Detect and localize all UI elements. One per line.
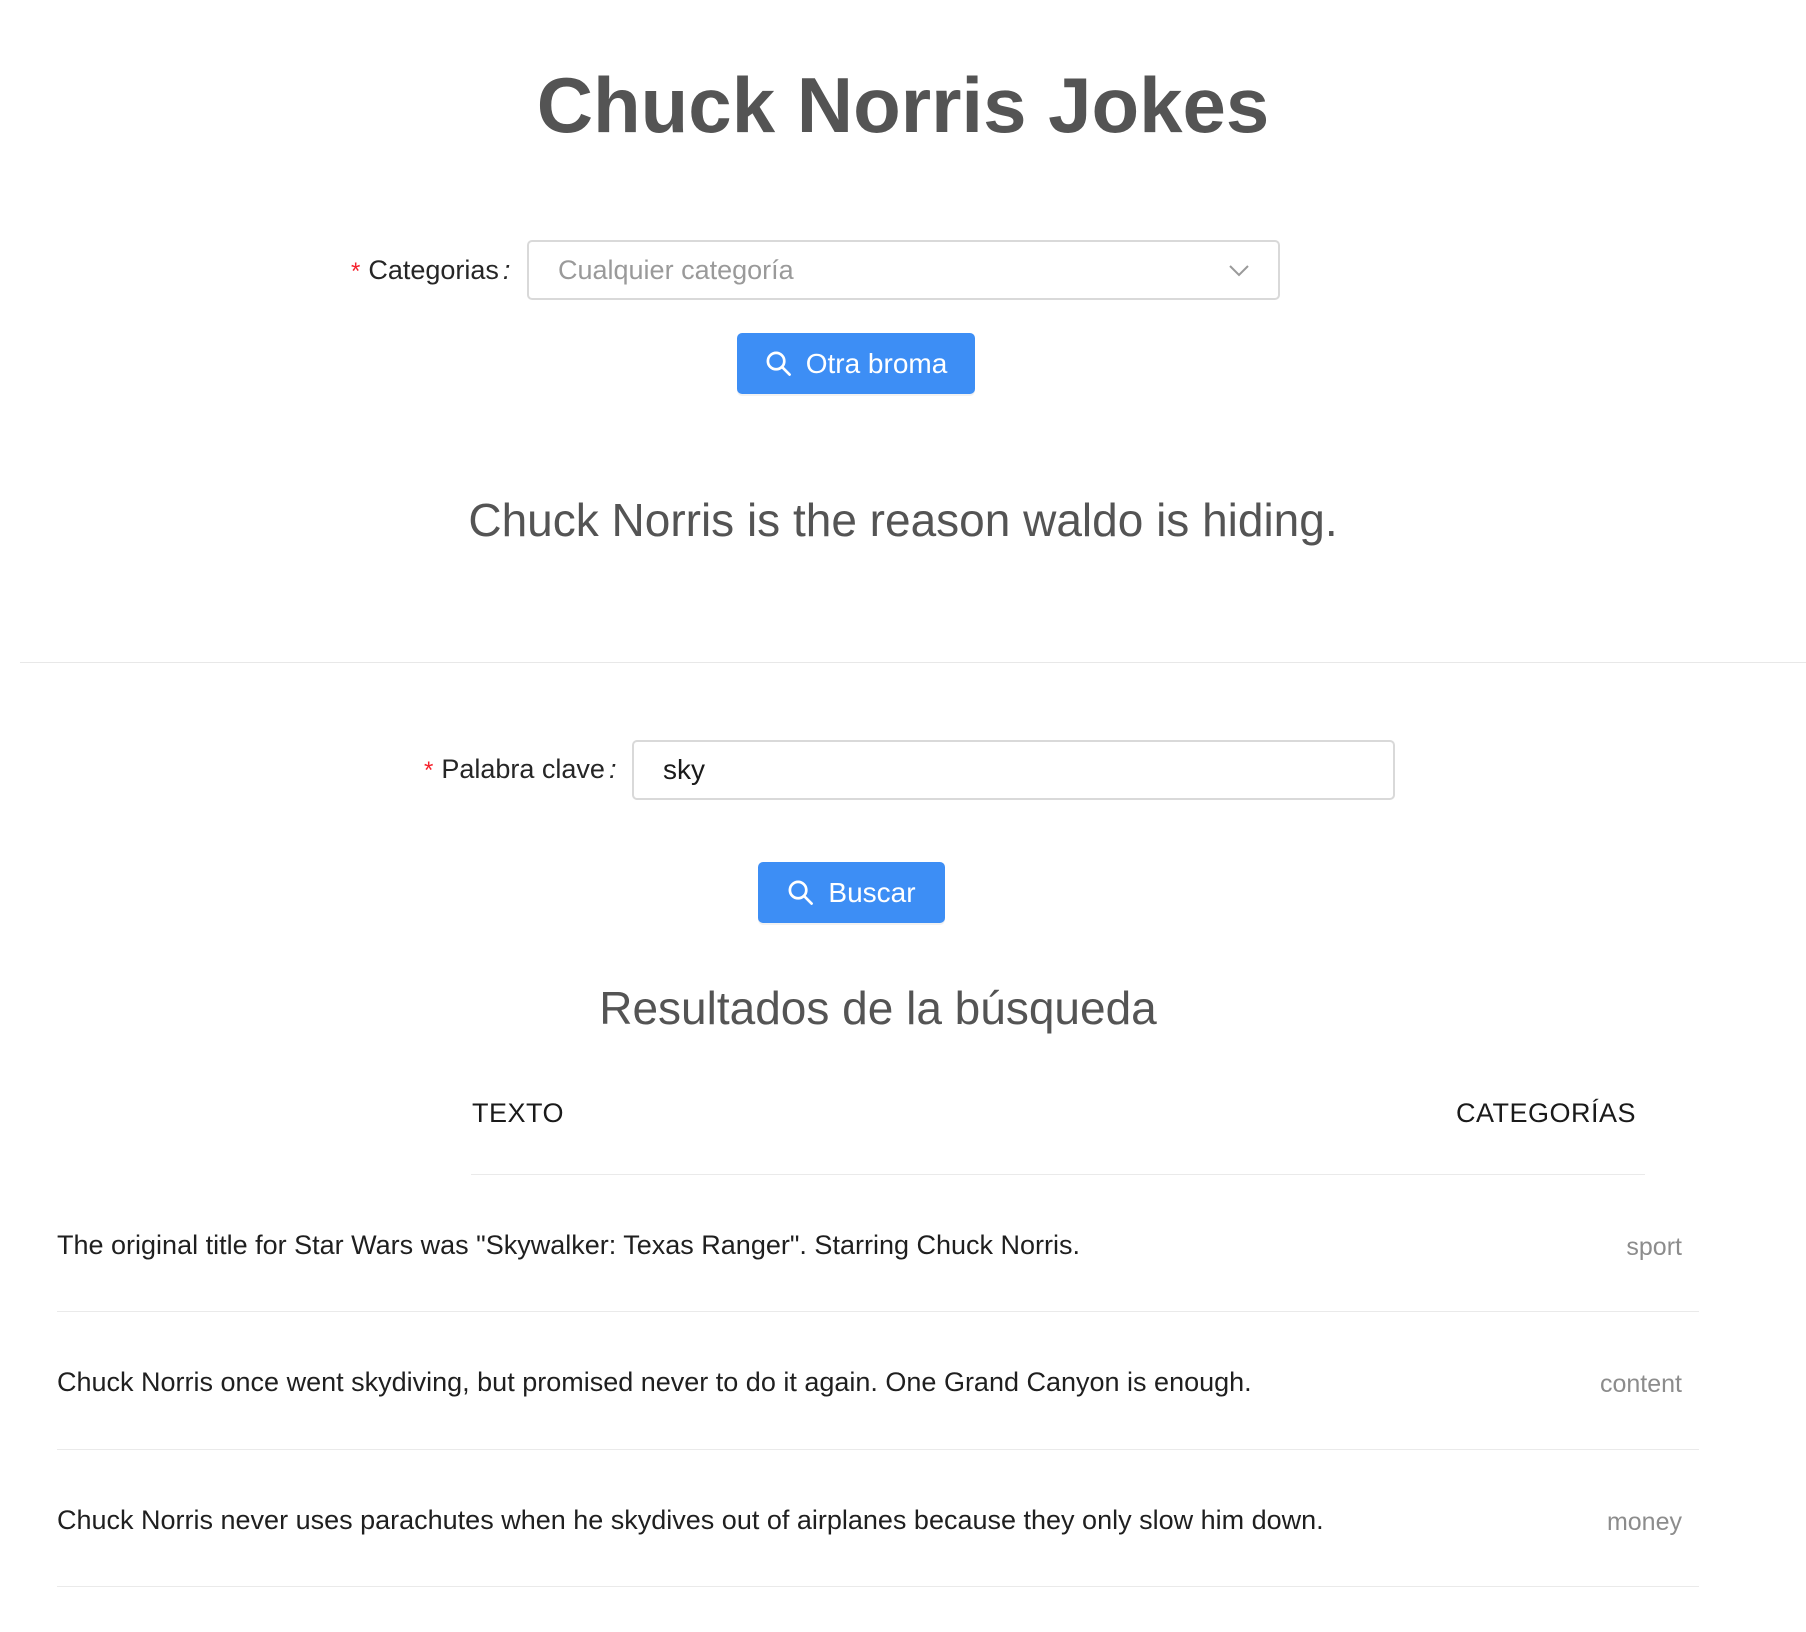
search-icon: [766, 351, 791, 376]
table-header-divider: [471, 1174, 1645, 1175]
random-joke-button[interactable]: Otra broma: [737, 333, 975, 394]
row-divider: [57, 1586, 1699, 1587]
label-colon: :: [608, 754, 617, 784]
category-select[interactable]: Cualquier categoría: [527, 240, 1280, 300]
page-title: Chuck Norris Jokes: [536, 61, 1270, 149]
row-joke-text: Chuck Norris never uses parachutes when …: [57, 1505, 1324, 1535]
keyword-label-text: Palabra clave: [441, 754, 605, 784]
row-divider: [57, 1311, 1699, 1312]
current-joke-text: Chuck Norris is the reason waldo is hidi…: [468, 494, 1338, 546]
search-button[interactable]: Buscar: [758, 862, 945, 923]
row-category: content: [1599, 1370, 1682, 1398]
required-mark: *: [351, 258, 361, 285]
categorias-label-text: Categorias: [368, 255, 499, 285]
random-joke-button-label: Otra broma: [805, 347, 948, 379]
row-divider: [57, 1449, 1699, 1450]
category-select-placeholder: Cualquier categoría: [558, 254, 794, 285]
categorias-label: * Categorias:: [351, 250, 510, 292]
column-header-categories[interactable]: CATEGORÍAS: [1456, 1093, 1636, 1133]
search-icon: [788, 880, 814, 905]
section-divider: [20, 662, 1806, 663]
label-colon: :: [502, 255, 511, 285]
search-button-label: Buscar: [828, 876, 916, 908]
column-header-text[interactable]: TEXTO: [472, 1093, 564, 1133]
chevron-down-icon: [1229, 265, 1249, 277]
keyword-label: * Palabra clave:: [424, 749, 616, 791]
row-joke-text: The original title for Star Wars was "Sk…: [57, 1230, 1081, 1260]
row-category: money: [1606, 1508, 1682, 1536]
keyword-input[interactable]: [632, 740, 1395, 800]
row-joke-text: Chuck Norris once went skydiving, but pr…: [57, 1367, 1252, 1397]
required-mark: *: [424, 757, 434, 784]
row-category: sport: [1626, 1233, 1682, 1261]
results-title: Resultados de la búsqueda: [599, 982, 1157, 1034]
